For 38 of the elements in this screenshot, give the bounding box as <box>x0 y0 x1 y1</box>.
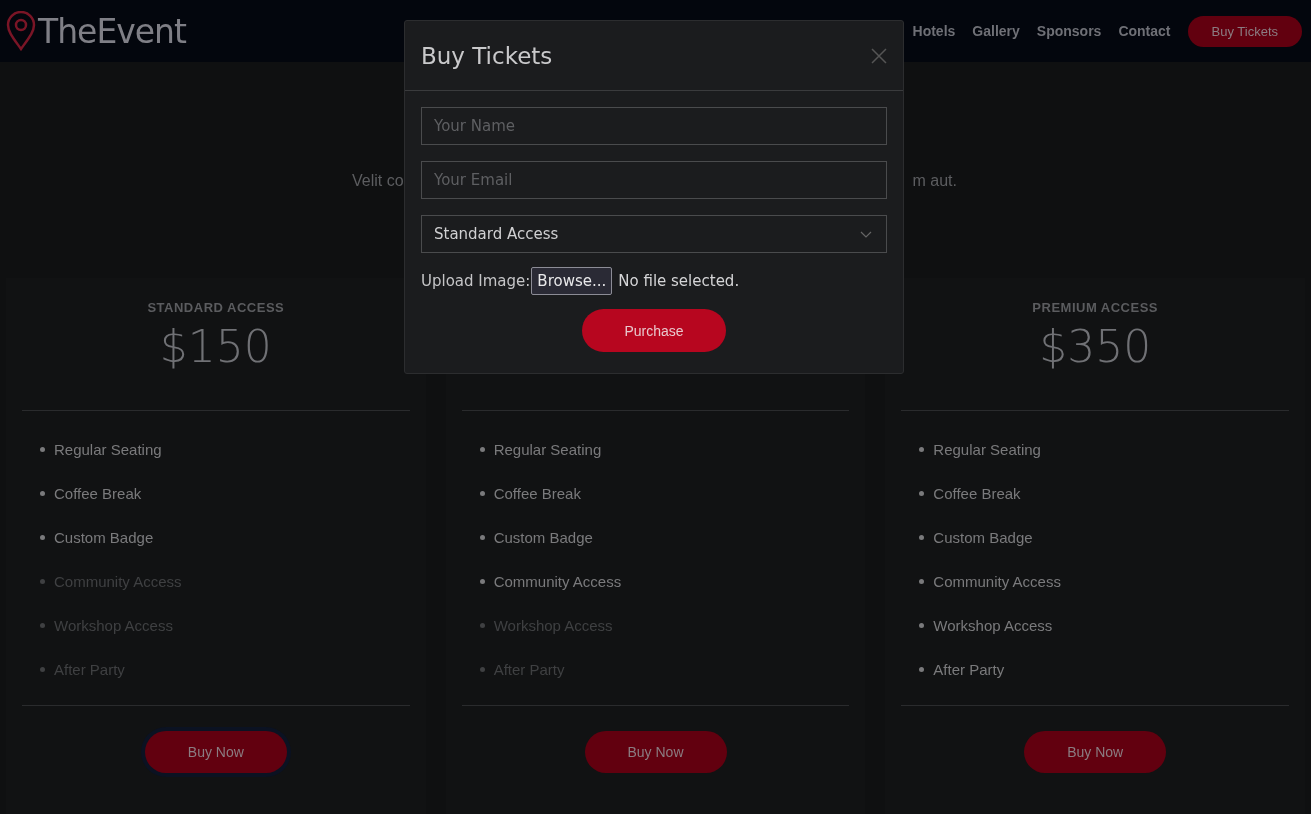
feature-item: Regular Seating <box>933 440 1041 458</box>
purchase-button[interactable]: Purchase <box>582 309 726 352</box>
feature-item: Workshop Access <box>933 616 1053 634</box>
buy-tickets-button[interactable]: Buy Tickets <box>1187 15 1302 47</box>
close-icon[interactable] <box>871 47 887 64</box>
browse-button[interactable]: Browse... <box>531 267 613 295</box>
feature-item: Coffee Break <box>933 484 1021 502</box>
map-pin-icon <box>6 11 36 51</box>
nav-link[interactable]: Sponsors <box>1036 23 1102 39</box>
feature-item: Custom Badge <box>493 528 593 546</box>
ticket-type-select[interactable]: Standard Access <box>421 215 887 253</box>
chevron-down-icon <box>860 230 872 238</box>
feature-item: Coffee Break <box>54 484 142 502</box>
buy-now-button[interactable]: Buy Now <box>1024 731 1167 773</box>
feature-item: Community Access <box>493 572 622 590</box>
feature-item: After Party <box>933 660 1005 678</box>
plan-title: PREMIUM ACCESS <box>1032 300 1159 315</box>
feature-item: Regular Seating <box>493 440 602 458</box>
plan-price: $350 <box>1039 321 1152 372</box>
nav-link[interactable]: Contact <box>1118 23 1171 39</box>
file-status: No file selected. <box>618 272 740 290</box>
site-logo[interactable]: TheEvent <box>38 11 186 51</box>
feature-item: Regular Seating <box>54 440 162 458</box>
name-input[interactable]: Your Name <box>421 107 887 145</box>
feature-item: Coffee Break <box>493 484 581 502</box>
nav-link[interactable]: Gallery <box>972 23 1020 39</box>
intro-text: m aut. <box>912 172 957 191</box>
feature-item: Community Access <box>933 572 1061 590</box>
feature-item: Custom Badge <box>933 528 1033 546</box>
email-input[interactable]: Your Email <box>421 161 887 199</box>
plan-title: STANDARD ACCESS <box>147 300 285 315</box>
upload-label: Upload Image: <box>421 272 531 290</box>
dialog-title: Buy Tickets <box>421 42 553 69</box>
buy-now-button[interactable]: Buy Now <box>584 731 727 773</box>
plan-price: $150 <box>159 321 272 372</box>
intro-text: Velit co <box>352 172 404 191</box>
nav-link[interactable]: Hotels <box>912 23 956 39</box>
feature-item: Custom Badge <box>54 528 154 546</box>
